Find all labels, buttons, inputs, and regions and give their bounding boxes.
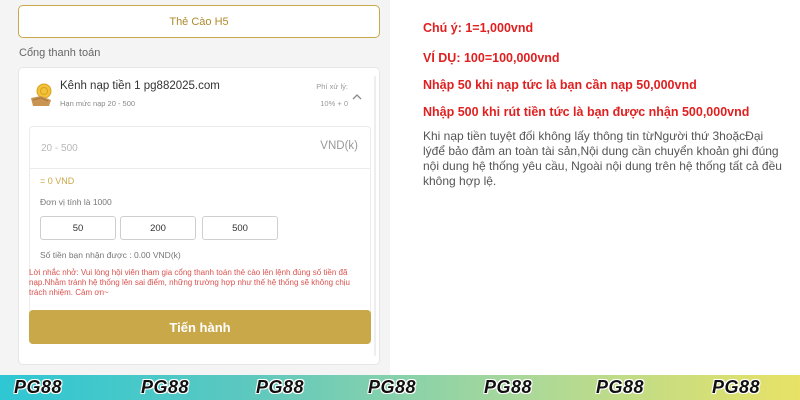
note-example: VÍ DỤ: 100=100,000vnd — [423, 51, 560, 65]
chevron-up-icon[interactable] — [352, 92, 362, 102]
instructions-panel: Chú ý: 1=1,000vnd VÍ DỤ: 100=100,000vnd … — [390, 0, 800, 400]
gateway-card: Kênh nạp tiền 1 pg882025.com Hạn mức nạp… — [18, 67, 380, 365]
quick-amount-500-button[interactable]: 500 — [202, 216, 278, 240]
note-withdraw: Nhập 500 khi rút tiền tức là bạn được nh… — [423, 105, 750, 119]
received-amount: Số tiền bạn nhận được : 0.00 VND(k) — [40, 250, 181, 260]
proceed-button[interactable]: Tiến hành — [29, 310, 371, 344]
channel-name: Kênh nạp tiền 1 pg882025.com — [60, 80, 220, 92]
quick-amount-200-button[interactable]: 200 — [120, 216, 196, 240]
safety-info: Khi nạp tiền tuyệt đối không lấy thông t… — [423, 129, 782, 188]
note-rate: Chú ý: 1=1,000vnd — [423, 21, 534, 35]
watermark-logo: PG88 — [712, 377, 761, 397]
unit-note: Đơn vị tính là 1000 — [40, 197, 112, 207]
coin-icon — [31, 83, 52, 106]
channel-row[interactable]: Kênh nạp tiền 1 pg882025.com Hạn mức nạp… — [29, 78, 369, 116]
fee-value: 10% + 0 — [320, 99, 348, 108]
tab-scratch-card-h5[interactable]: Thẻ Cào H5 — [18, 5, 380, 38]
watermark-logo: PG88 — [368, 377, 417, 397]
watermark-logo: PG88 — [596, 377, 645, 397]
watermark-logo: PG88 — [484, 377, 533, 397]
channel-limit: Hạn mức nạp 20 - 500 — [60, 99, 136, 108]
currency-label: VND(k) — [320, 140, 358, 152]
reminder-text: Lời nhắc nhở: Vui lòng hội viên tham gia… — [29, 268, 350, 297]
payment-gateway-label: Cổng thanh toán — [19, 47, 101, 59]
watermark-logo: PG88 — [256, 377, 305, 397]
watermark-logo: PG88 — [141, 377, 190, 397]
fee-label: Phí xử lý: — [316, 82, 348, 91]
watermark-logo: PG88 — [14, 377, 63, 397]
converted-amount: = 0 VND — [40, 176, 75, 186]
amount-input[interactable] — [31, 128, 369, 168]
scrollbar[interactable] — [374, 76, 376, 356]
quick-amount-50-button[interactable]: 50 — [40, 216, 116, 240]
note-deposit: Nhập 50 khi nạp tức là bạn cần nạp 50,00… — [423, 78, 697, 92]
divider — [30, 168, 370, 169]
payment-panel: Thẻ Cào H5 Cổng thanh toán Kênh nạp tiền… — [0, 0, 390, 400]
deposit-form: VND(k) = 0 VND Đơn vị tính là 1000 50 20… — [29, 126, 371, 332]
